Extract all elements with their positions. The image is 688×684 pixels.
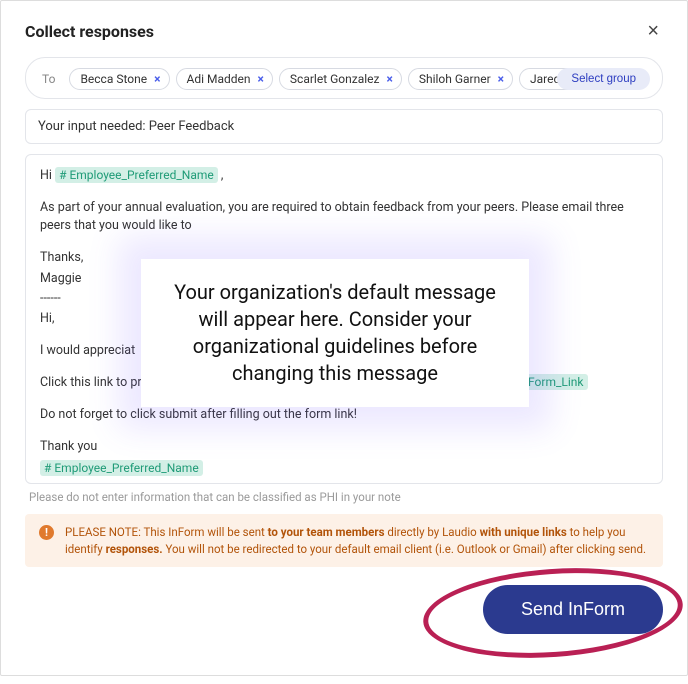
- subject-value: Your input needed: Peer Feedback: [38, 119, 234, 134]
- line-signature-token: # Employee_Preferred_Name: [40, 460, 648, 478]
- send-inform-button[interactable]: Send InForm: [483, 585, 663, 634]
- recipient-chip[interactable]: Becca Stone ×: [69, 68, 169, 90]
- chip-label: Adi Madden: [187, 72, 251, 86]
- subject-input[interactable]: Your input needed: Peer Feedback: [25, 109, 663, 144]
- warning-text: PLEASE NOTE: This InForm will be sent to…: [65, 525, 646, 556]
- chip-remove-icon[interactable]: ×: [258, 72, 264, 86]
- modal-title: Collect responses: [25, 22, 154, 41]
- chip-label: Becca Stone: [80, 72, 147, 86]
- line-para1: As part of your annual evaluation, you a…: [40, 199, 648, 235]
- warning-note: ! PLEASE NOTE: This InForm will be sent …: [25, 514, 663, 567]
- line-greeting: Hi # Employee_Preferred_Name ,: [40, 167, 648, 185]
- recipient-chip[interactable]: Adi Madden ×: [176, 68, 273, 90]
- action-row: Send InForm: [25, 585, 663, 634]
- token-employee-name[interactable]: # Employee_Preferred_Name: [40, 460, 203, 476]
- chip-remove-icon[interactable]: ×: [386, 72, 392, 86]
- tutorial-callout: Your organization's default message will…: [141, 259, 529, 407]
- recipient-chip[interactable]: Shiloh Garner ×: [408, 68, 513, 90]
- warning-icon: !: [39, 525, 54, 540]
- recipient-chip[interactable]: Scarlet Gonzalez ×: [279, 68, 402, 90]
- line-dont-forget: Do not forget to click submit after fill…: [40, 406, 648, 424]
- close-icon: ×: [647, 20, 659, 42]
- chip-label: Shiloh Garner: [419, 72, 491, 86]
- chip-remove-icon[interactable]: ×: [498, 72, 504, 86]
- to-label: To: [38, 68, 63, 90]
- select-group-button[interactable]: Select group: [557, 68, 650, 90]
- close-button[interactable]: ×: [643, 21, 663, 41]
- recipients-panel[interactable]: To Becca Stone × Adi Madden × Scarlet Go…: [25, 57, 663, 99]
- phi-disclaimer: Please do not enter information that can…: [29, 490, 659, 504]
- modal-header: Collect responses ×: [25, 21, 663, 41]
- chip-label: Scarlet Gonzalez: [290, 72, 380, 86]
- chip-remove-icon[interactable]: ×: [154, 72, 160, 86]
- collect-responses-modal: Collect responses × To Becca Stone × Adi…: [0, 0, 688, 676]
- line-thank-you: Thank you: [40, 438, 648, 456]
- token-employee-name[interactable]: # Employee_Preferred_Name: [55, 167, 218, 183]
